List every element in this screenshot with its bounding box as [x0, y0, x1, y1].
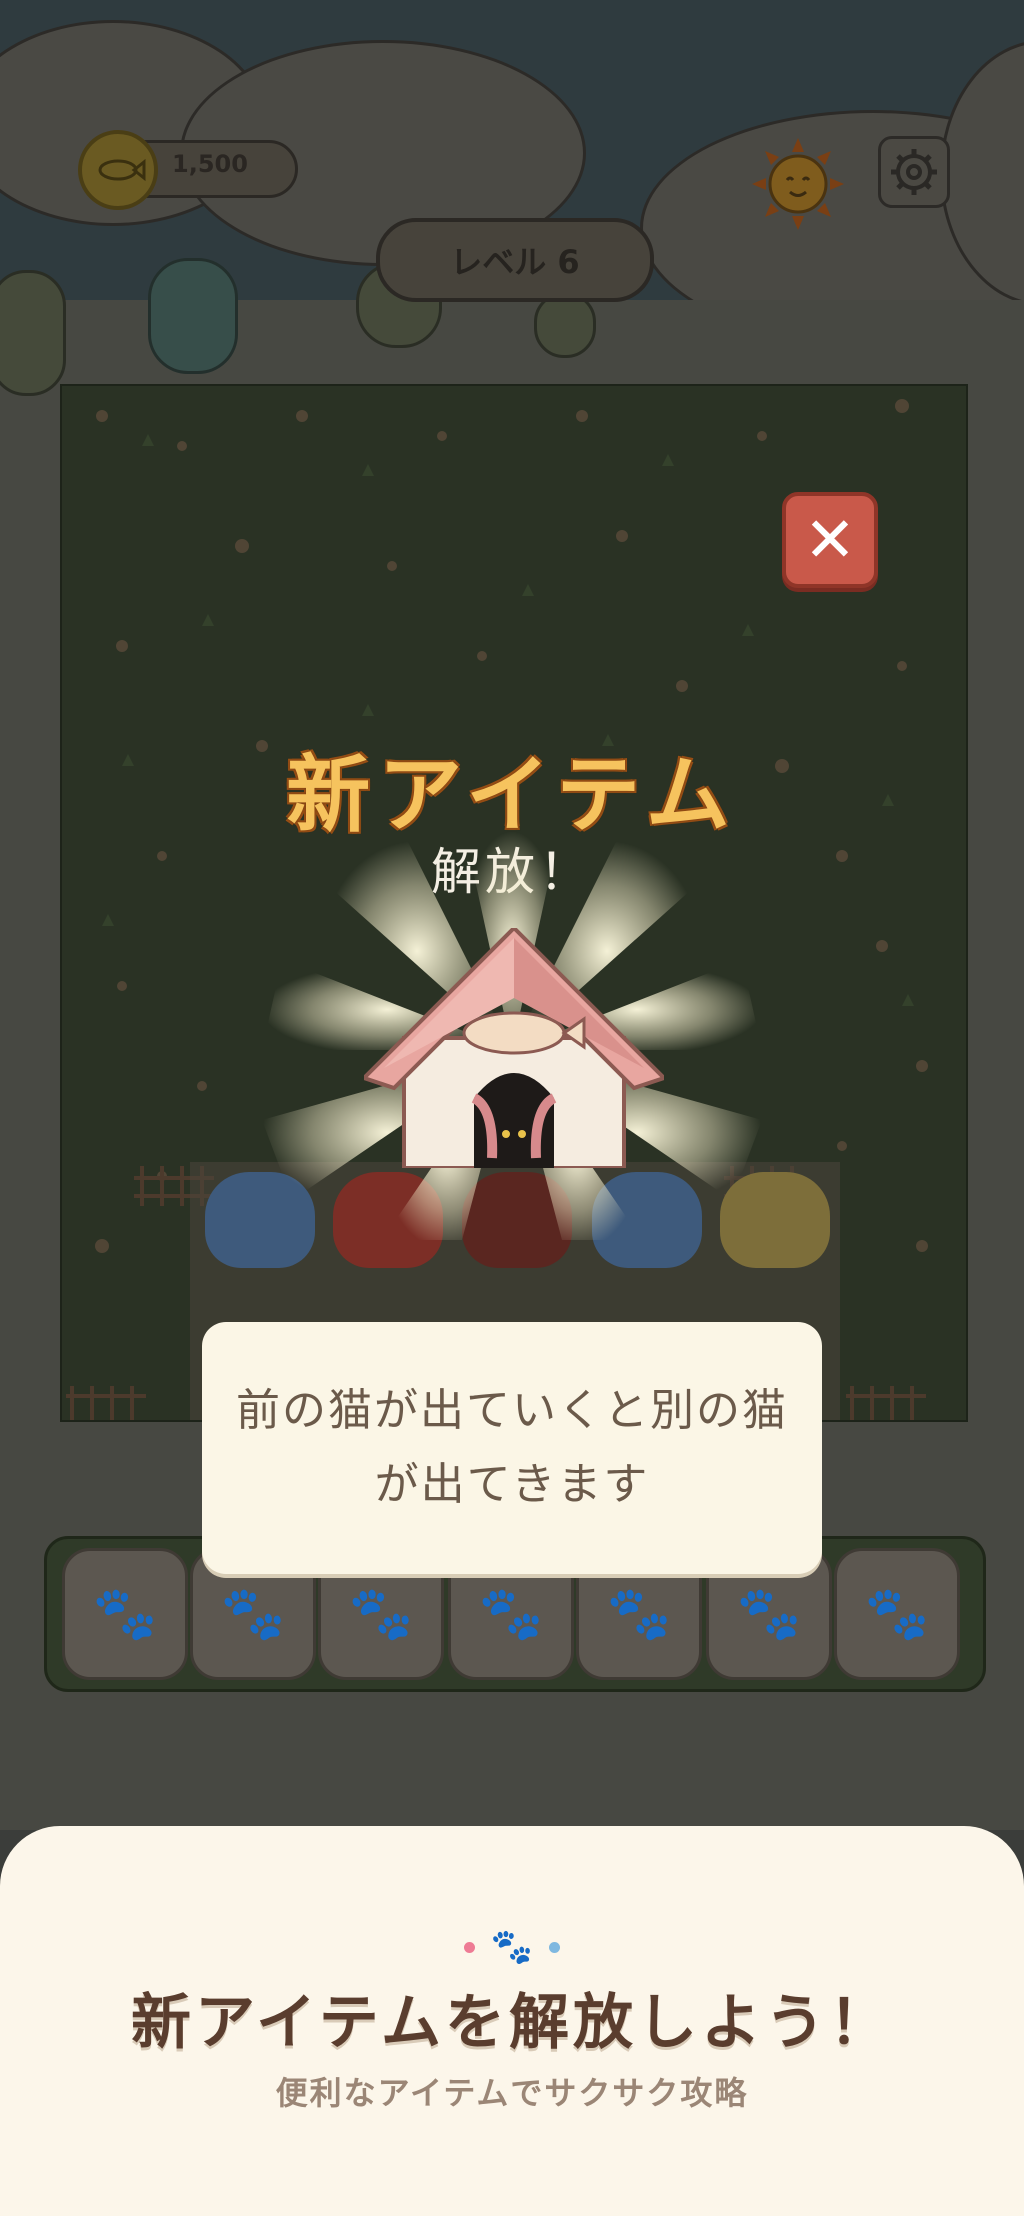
paw-icon: 🐾: [490, 1927, 534, 1967]
blue-dot: [549, 1941, 561, 1953]
tooltip-line-1: 前の猫が出ていくと別の猫: [236, 1385, 788, 1436]
paw-icon: 🐾: [348, 1584, 414, 1644]
sun-icon[interactable]: [752, 138, 844, 230]
tray-slot[interactable]: 🐾: [834, 1548, 960, 1680]
paw-icon: 🐾: [478, 1584, 544, 1644]
close-button[interactable]: ✕: [782, 492, 878, 588]
paw-icon: 🐾: [220, 1584, 286, 1644]
item-description-tooltip: 前の猫が出ていくと別の猫 が出てきます: [202, 1322, 822, 1574]
close-icon: ✕: [804, 503, 856, 576]
tree: [148, 258, 238, 374]
paw-icon: 🐾: [864, 1584, 930, 1644]
paw-icon: 🐾: [92, 1584, 158, 1644]
tooltip-line-2: が出てきます: [374, 1459, 650, 1510]
settings-gear-icon[interactable]: [878, 136, 950, 208]
promo-subtitle: 便利なアイテムでサクサク攻略: [275, 2074, 749, 2112]
promo-title: 新アイテムを解放しよう！: [131, 1988, 893, 2058]
paw-icon: 🐾: [736, 1584, 802, 1644]
pink-dot: [463, 1941, 475, 1953]
tree: [0, 270, 66, 396]
tray-slot[interactable]: 🐾: [62, 1548, 188, 1680]
paw-icon: 🐾: [606, 1584, 672, 1644]
coin-value: 1,500: [172, 150, 248, 178]
level-label: レベル 6: [450, 243, 580, 281]
decor-dots: 🐾: [0, 1930, 1024, 1964]
fish-coin-icon: [78, 130, 158, 210]
level-indicator: レベル 6: [376, 218, 654, 302]
cat-house-icon: [364, 928, 664, 1168]
